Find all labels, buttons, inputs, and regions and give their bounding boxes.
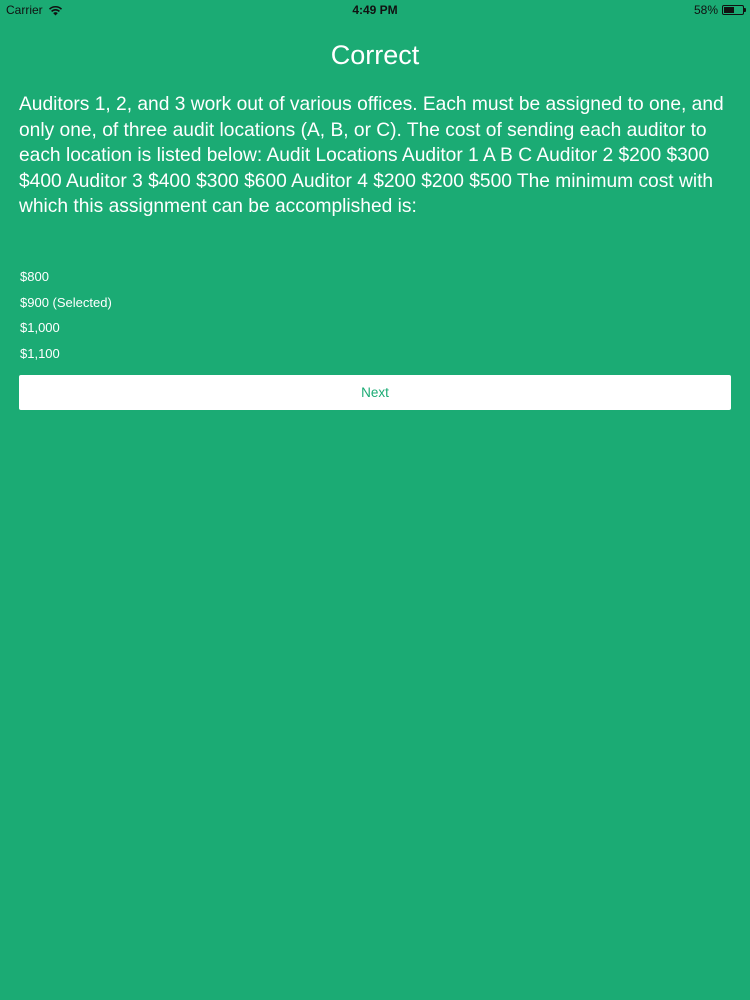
- status-bar: Carrier 4:49 PM 58%: [0, 0, 750, 20]
- battery-icon: [722, 5, 746, 15]
- battery-tip: [744, 8, 746, 12]
- next-button[interactable]: Next: [19, 375, 731, 410]
- result-title: Correct: [330, 40, 420, 70]
- answer-option[interactable]: $1,100: [20, 341, 112, 367]
- answer-option[interactable]: $1,000: [20, 315, 112, 341]
- answer-option-selected[interactable]: $900 (Selected): [20, 290, 112, 316]
- answer-option[interactable]: $800: [20, 264, 112, 290]
- status-time: 4:49 PM: [352, 3, 398, 17]
- battery-fill: [724, 7, 735, 13]
- question-text: Auditors 1, 2, and 3 work out of various…: [19, 94, 724, 217]
- status-right: 58%: [693, 0, 746, 20]
- answer-list: $800 $900 (Selected) $1,000 $1,100: [20, 264, 112, 366]
- battery-percent: 58%: [693, 3, 718, 17]
